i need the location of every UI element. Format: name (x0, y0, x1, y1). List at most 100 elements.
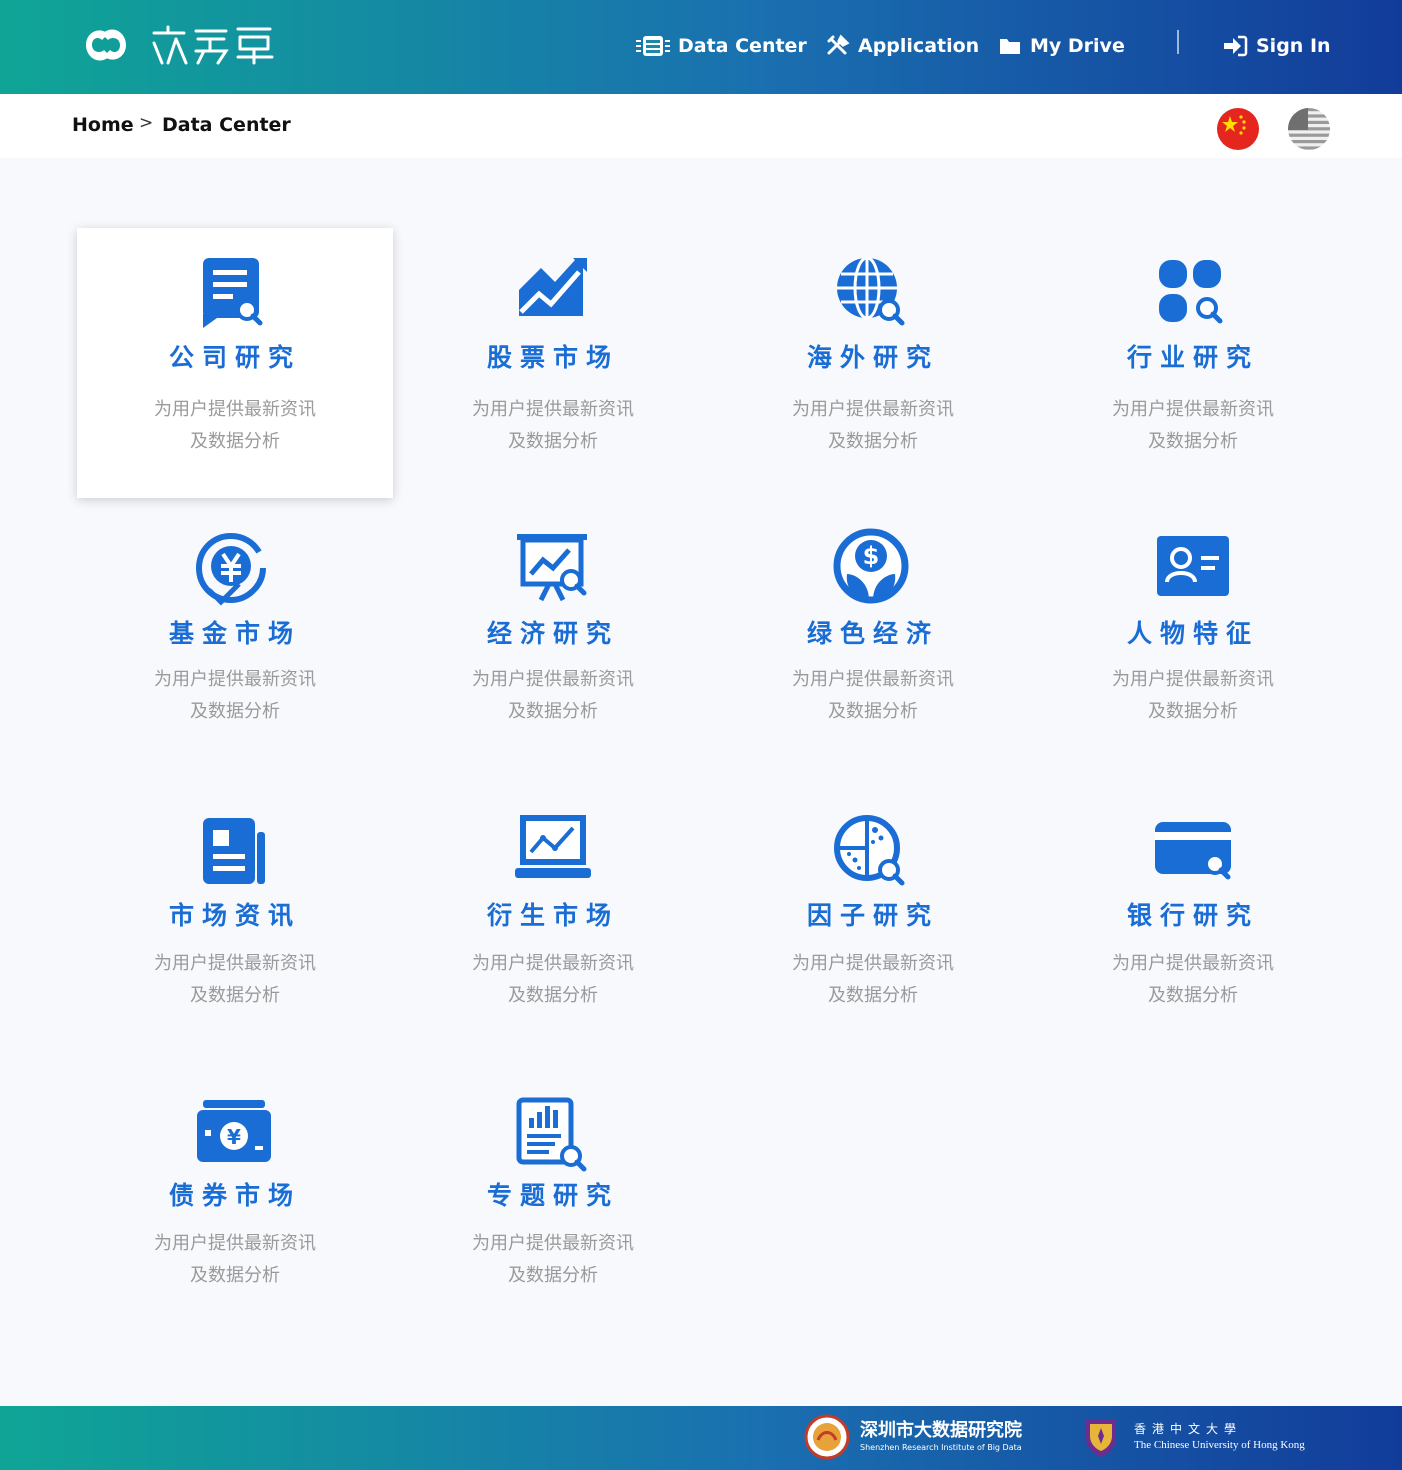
sign-in-icon (1224, 35, 1248, 57)
category-title: 经济研究 (486, 619, 619, 648)
category-description-line2: 及数据分析 (1148, 701, 1238, 722)
category-description-line2: 及数据分析 (508, 985, 598, 1006)
footer: 深圳市大数据研究院 Shenzhen Research Institute of… (0, 1406, 1402, 1470)
cuhk-subtitle: The Chinese University of Hong Kong (1134, 1439, 1305, 1451)
category-description-line1: 为用户提供最新资讯 (792, 669, 954, 690)
category-description-line1: 为用户提供最新资讯 (472, 1233, 634, 1254)
cuhk-logo[interactable]: 香港中文大學 The Chinese University of Hong Ko… (1078, 1414, 1305, 1460)
category-description-line2: 及数据分析 (1148, 431, 1238, 452)
category-description: 为用户提供最新资讯 及数据分析 (395, 664, 711, 728)
brand-logo[interactable] (76, 20, 278, 70)
category-description-line1: 为用户提供最新资讯 (154, 669, 316, 690)
sribd-text: 深圳市大数据研究院 Shenzhen Research Institute of… (860, 1420, 1022, 1454)
category-description: 为用户提供最新资讯 及数据分析 (715, 664, 1031, 728)
category-description-line1: 为用户提供最新资讯 (1112, 669, 1274, 690)
tools-icon (827, 34, 850, 55)
database-icon (636, 36, 670, 56)
category-description: 为用户提供最新资讯 及数据分析 (1035, 394, 1351, 458)
sign-in-button[interactable]: Sign In (1222, 28, 1331, 64)
category-description-line2: 及数据分析 (190, 1265, 280, 1286)
green-dollar-icon: $ (833, 528, 913, 608)
category-description-line1: 为用户提供最新资讯 (154, 399, 316, 420)
breadcrumb-separator: > (139, 113, 154, 133)
category-card[interactable]: 行业研究为用户提供最新资讯 及数据分析 (1035, 228, 1351, 498)
cuhk-text: 香港中文大學 The Chinese University of Hong Ko… (1134, 1421, 1305, 1453)
globe-search-icon (833, 254, 913, 334)
category-description-line2: 及数据分析 (828, 701, 918, 722)
nav-my-drive[interactable]: My Drive (998, 28, 1125, 64)
breadcrumb-home[interactable]: Home (72, 114, 134, 136)
category-title: 公司研究 (168, 343, 301, 372)
category-title: 债券市场 (168, 1181, 301, 1210)
category-description-line1: 为用户提供最新资讯 (1112, 953, 1274, 974)
category-description-line2: 及数据分析 (190, 701, 280, 722)
category-title: 股票市场 (486, 343, 619, 372)
scatter-search-icon (833, 812, 913, 892)
category-description-line1: 为用户提供最新资讯 (792, 399, 954, 420)
category-card[interactable]: 衍生市场为用户提供最新资讯 及数据分析 (395, 780, 711, 1050)
category-card[interactable]: 银行研究 为用户提供最新资讯 及数据分析 (1035, 780, 1351, 1050)
yen-fund-icon (195, 528, 275, 608)
svg-text:$: $ (863, 542, 880, 570)
usa-flag-icon[interactable] (1288, 108, 1330, 150)
category-title: 衍生市场 (486, 901, 619, 930)
category-description: 为用户提供最新资讯 及数据分析 (77, 664, 393, 728)
category-description-line2: 及数据分析 (508, 1265, 598, 1286)
company-report-icon (195, 254, 275, 334)
category-card[interactable]: 专题研究为用户提供最新资讯 及数据分析 (395, 1060, 711, 1330)
nav-label-data-center: Data Center (678, 35, 807, 57)
industry-grid-icon (1153, 254, 1233, 334)
category-card[interactable]: 股票市场为用户提供最新资讯 及数据分析 (395, 228, 711, 498)
person-card-icon (1153, 528, 1233, 608)
category-title: 基金市场 (168, 619, 301, 648)
category-description-line1: 为用户提供最新资讯 (154, 1233, 316, 1254)
category-card[interactable]: 人物特征 为用户提供最新资讯 及数据分析 (1035, 500, 1351, 770)
category-title: 因子研究 (806, 901, 939, 930)
category-description-line1: 为用户提供最新资讯 (472, 953, 634, 974)
breadcrumb: Home > Data Center (0, 94, 1402, 158)
china-flag-icon[interactable] (1217, 108, 1259, 150)
sribd-logo[interactable]: 深圳市大数据研究院 Shenzhen Research Institute of… (804, 1414, 1022, 1460)
category-title: 行业研究 (1126, 343, 1259, 372)
cuhk-crest-icon (1086, 1420, 1116, 1457)
sign-in-label: Sign In (1256, 35, 1331, 57)
category-card[interactable]: 基金市场为用户提供最新资讯 及数据分析 (77, 500, 393, 770)
bank-card-icon (1153, 812, 1233, 892)
category-card[interactable]: 公司研究为用户提供最新资讯 及数据分析 (77, 228, 393, 498)
category-description-line1: 为用户提供最新资讯 (1112, 399, 1274, 420)
svg-text:¥: ¥ (227, 1125, 241, 1149)
category-title: 专题研究 (486, 1181, 619, 1210)
presentation-chart-icon (513, 528, 593, 608)
category-title: 银行研究 (1126, 901, 1259, 930)
category-description-line2: 及数据分析 (828, 985, 918, 1006)
category-description-line2: 及数据分析 (190, 985, 280, 1006)
category-card[interactable]: ¥ 债券市场为用户提供最新资讯 及数据分析 (77, 1060, 393, 1330)
category-description: 为用户提供最新资讯 及数据分析 (77, 1228, 393, 1292)
category-description-line2: 及数据分析 (508, 431, 598, 452)
category-description-line1: 为用户提供最新资讯 (154, 953, 316, 974)
top-header: Data Center Application My Drive Sign In (0, 0, 1402, 94)
category-card[interactable]: 市场资讯为用户提供最新资讯 及数据分析 (77, 780, 393, 1050)
category-description-line2: 及数据分析 (190, 431, 280, 452)
brand-wordmark-icon (152, 25, 274, 65)
category-description-line2: 及数据分析 (508, 701, 598, 722)
breadcrumb-current: Data Center (162, 114, 291, 136)
newspaper-icon (195, 812, 275, 892)
category-title: 海外研究 (806, 343, 939, 372)
category-title: 市场资讯 (168, 901, 301, 930)
category-card[interactable]: 因子研究为用户提供最新资讯 及数据分析 (715, 780, 1031, 1050)
nav-divider (1177, 30, 1179, 54)
category-description: 为用户提供最新资讯 及数据分析 (715, 948, 1031, 1012)
category-description: 为用户提供最新资讯 及数据分析 (395, 394, 711, 458)
category-card[interactable]: 海外研究 为用户提供最新资讯 及数据分析 (715, 228, 1031, 498)
nav-label-my-drive: My Drive (1030, 35, 1125, 57)
category-card[interactable]: $ 绿色经济 为用户提供最新资讯 及数据分析 (715, 500, 1031, 770)
category-description: 为用户提供最新资讯 及数据分析 (395, 1228, 711, 1292)
nav-application[interactable]: Application (826, 28, 979, 64)
category-description: 为用户提供最新资讯 及数据分析 (1035, 664, 1351, 728)
laptop-chart-icon (513, 812, 593, 892)
bond-cash-icon: ¥ (195, 1096, 275, 1176)
folder-icon (1000, 39, 1020, 54)
category-card[interactable]: 经济研究为用户提供最新资讯 及数据分析 (395, 500, 711, 770)
nav-data-center[interactable]: Data Center (636, 28, 807, 64)
